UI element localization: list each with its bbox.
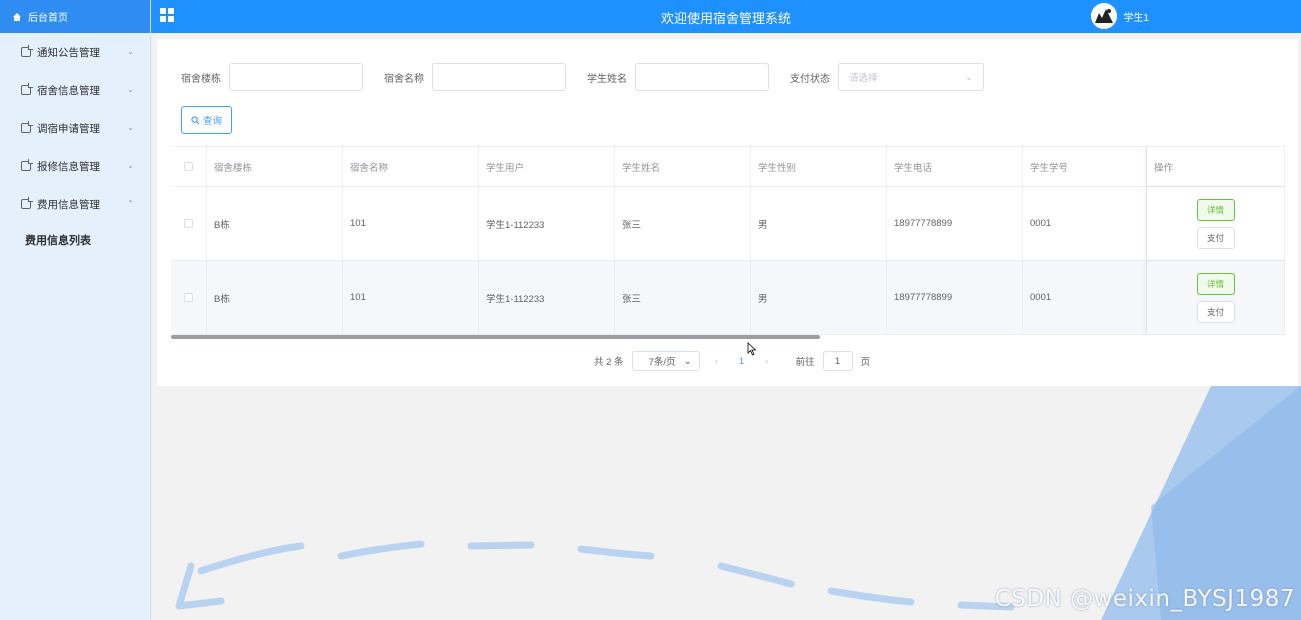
search-form: 宿舍楼栋 宿舍名称 学生姓名 支付状态 请选择 ⌄: [157, 63, 984, 91]
column-header: 操作: [1147, 147, 1285, 186]
watermark: CSDN @weixin_BYSJ1987: [994, 586, 1295, 612]
column-header: 学生电话: [887, 147, 1023, 186]
goto-page-input[interactable]: 1: [822, 351, 853, 371]
goto-label: 前往: [795, 357, 815, 368]
column-header: 宿舍名称: [343, 147, 479, 186]
user-menu[interactable]: 学生1: [1091, 3, 1149, 29]
cell-user: 学生1-112233: [479, 261, 615, 334]
row-actions: 详情 支付: [1147, 261, 1285, 334]
row-actions: 详情 支付: [1147, 187, 1285, 260]
main-card: 宿舍楼栋 宿舍名称 学生姓名 支付状态 请选择 ⌄ 查询 宿舍楼栋 宿舍名称 学…: [157, 39, 1298, 386]
sidebar-item-label: 通知公告管理: [37, 46, 100, 59]
next-page-icon[interactable]: ›: [758, 356, 776, 367]
cell-phone: 18977778899: [887, 187, 1023, 260]
pay-button[interactable]: 支付: [1196, 226, 1235, 249]
sidebar-item-dorm[interactable]: 宿舍信息管理 ⌄: [0, 71, 150, 109]
cell-name: 张三: [615, 187, 751, 260]
column-header: 学生用户: [479, 147, 615, 186]
sidebar-item-label: 调宿申请管理: [37, 122, 100, 135]
select-all-cell: [171, 147, 207, 186]
background-decoration: [151, 386, 1301, 620]
sidebar: 后台首页 通知公告管理 ⌄ 宿舍信息管理 ⌄ 调宿申请管理 ⌄ 报修信息管理 ⌄…: [0, 0, 151, 620]
chevron-down-icon: ⌄: [127, 123, 134, 132]
pagination-total: 共 2 条: [594, 357, 624, 368]
cell-phone: 18977778899: [887, 261, 1023, 334]
edit-icon: [21, 83, 33, 95]
cell-user: 学生1-112233: [479, 187, 615, 260]
cell-building: B栋: [207, 187, 343, 260]
row-select-cell: [171, 187, 207, 260]
pay-button[interactable]: 支付: [1196, 300, 1235, 323]
sidebar-home[interactable]: 后台首页: [0, 0, 150, 33]
page-size-value: 7条/页: [648, 357, 676, 368]
room-label: 宿舍名称: [384, 73, 424, 85]
avatar: [1091, 3, 1118, 29]
column-header: 学生姓名: [615, 147, 751, 186]
cell-name: 张三: [615, 261, 751, 334]
top-header: 欢迎使用宿舍管理系统 学生1: [151, 0, 1301, 33]
edit-icon: [21, 45, 33, 57]
column-header: 宿舍楼栋: [207, 147, 343, 186]
mouse-cursor-icon: [747, 342, 757, 356]
row-checkbox[interactable]: [184, 219, 193, 228]
cell-student-no: 0001: [1023, 261, 1147, 334]
sidebar-item-repair[interactable]: 报修信息管理 ⌄: [0, 147, 150, 185]
cell-student-no: 0001: [1023, 187, 1147, 260]
cell-room: 101: [343, 187, 479, 260]
table-row: B栋 101 学生1-112233 张三 男 18977778899 0001 …: [171, 187, 1285, 261]
row-select-cell: [171, 261, 207, 334]
chevron-down-icon: ⌄: [683, 355, 692, 367]
sidebar-home-label: 后台首页: [28, 13, 68, 24]
fee-table: 宿舍楼栋 宿舍名称 学生用户 学生姓名 学生性别 学生电话 学生学号 操作 B栋…: [171, 146, 1285, 336]
sidebar-item-label: 费用信息管理: [37, 198, 100, 211]
edit-icon: [21, 121, 33, 133]
user-name: 学生1: [1123, 12, 1149, 24]
chevron-down-icon: ⌄: [127, 161, 134, 170]
search-icon: [191, 115, 200, 124]
building-label: 宿舍楼栋: [181, 73, 221, 85]
query-button-label: 查询: [202, 116, 222, 127]
pay-status-label: 支付状态: [790, 73, 830, 85]
sidebar-subitem-fee-list[interactable]: 费用信息列表: [0, 223, 150, 257]
edit-icon: [21, 197, 33, 209]
sidebar-item-label: 报修信息管理: [37, 160, 100, 173]
column-header: 学生学号: [1023, 147, 1147, 186]
row-checkbox[interactable]: [184, 293, 193, 302]
query-button[interactable]: 查询: [181, 106, 232, 134]
detail-button[interactable]: 详情: [1196, 272, 1235, 295]
cell-gender: 男: [751, 261, 887, 334]
cell-gender: 男: [751, 187, 887, 260]
cell-building: B栋: [207, 261, 343, 334]
pay-status-select[interactable]: 请选择 ⌄: [838, 63, 984, 91]
student-label: 学生姓名: [587, 73, 627, 85]
table-row: B栋 101 学生1-112233 张三 男 18977778899 0001 …: [171, 261, 1285, 335]
horizontal-scrollbar[interactable]: [171, 335, 820, 339]
home-icon: [13, 12, 21, 21]
pagination: 共 2 条 7条/页 ⌄ ‹ 1 › 前往 1 页: [594, 351, 870, 371]
select-all-checkbox[interactable]: [184, 162, 193, 171]
table-header: 宿舍楼栋 宿舍名称 学生用户 学生姓名 学生性别 学生电话 学生学号 操作: [171, 147, 1285, 187]
page-number-current[interactable]: 1: [734, 356, 750, 367]
building-input[interactable]: [229, 63, 363, 91]
edit-icon: [21, 159, 33, 171]
sidebar-menu: 通知公告管理 ⌄ 宿舍信息管理 ⌄ 调宿申请管理 ⌄ 报修信息管理 ⌄ 费用信息…: [0, 33, 150, 257]
pay-status-placeholder: 请选择: [849, 73, 878, 84]
sidebar-item-transfer[interactable]: 调宿申请管理 ⌄: [0, 109, 150, 147]
student-input[interactable]: [635, 63, 769, 91]
chevron-up-icon: ⌃: [127, 199, 134, 208]
sidebar-item-fee[interactable]: 费用信息管理 ⌃: [0, 185, 150, 223]
page-size-select[interactable]: 7条/页 ⌄: [631, 351, 700, 371]
page-suffix: 页: [860, 357, 871, 368]
column-header: 学生性别: [751, 147, 887, 186]
chevron-down-icon: ⌄: [965, 71, 973, 83]
room-input[interactable]: [432, 63, 566, 91]
cell-room: 101: [343, 261, 479, 334]
prev-page-icon[interactable]: ‹: [708, 356, 726, 367]
detail-button[interactable]: 详情: [1196, 198, 1235, 221]
chevron-down-icon: ⌄: [127, 85, 134, 94]
sidebar-item-label: 宿舍信息管理: [37, 84, 100, 97]
sidebar-item-notice[interactable]: 通知公告管理 ⌄: [0, 33, 150, 71]
chevron-down-icon: ⌄: [127, 47, 134, 56]
